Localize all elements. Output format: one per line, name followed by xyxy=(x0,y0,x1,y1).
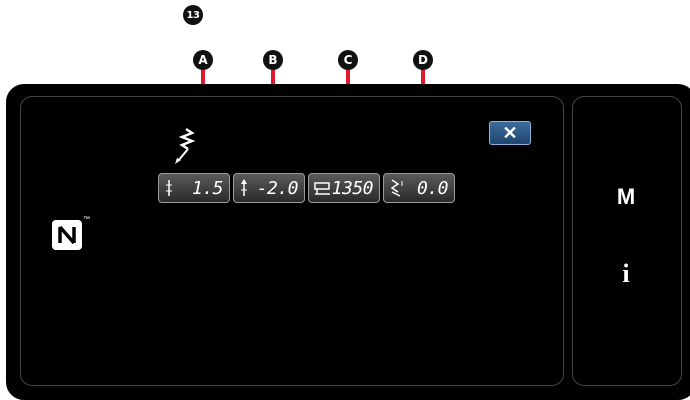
callout-badge-b: B xyxy=(263,50,283,70)
zigzag-stitch-icon xyxy=(175,127,196,164)
mode-button[interactable]: M xyxy=(608,182,644,212)
stitch-length-value: 1.5 xyxy=(191,177,224,199)
side-panel xyxy=(572,96,682,386)
main-screen xyxy=(20,96,564,386)
callout-badge-d: D xyxy=(413,50,433,70)
info-button[interactable]: i xyxy=(608,258,644,290)
close-icon: ✕ xyxy=(502,122,518,143)
callout-badge-c: C xyxy=(338,50,358,70)
presser-foot-value: 0.0 xyxy=(416,177,449,199)
nfc-trademark: ™ xyxy=(83,216,90,223)
reverse-feed-value: -2.0 xyxy=(256,177,299,199)
close-button[interactable]: ✕ xyxy=(489,121,531,145)
callout-badge-13: 13 xyxy=(183,5,203,25)
reverse-feed-button[interactable]: -2.0 xyxy=(233,173,305,203)
nfc-logo-icon xyxy=(52,220,82,250)
callout-badge-a: A xyxy=(193,50,213,70)
reverse-feed-icon xyxy=(241,179,247,196)
presser-foot-button[interactable]: 0.0 xyxy=(383,173,455,203)
presser-foot-icon xyxy=(390,179,403,197)
sewing-speed-button[interactable]: 1350 xyxy=(308,173,380,203)
sewing-speed-value: 1350 xyxy=(331,177,374,199)
stitch-length-button[interactable]: 1.5 xyxy=(158,173,230,203)
sewing-machine-icon xyxy=(314,182,330,195)
stitch-length-icon xyxy=(166,180,172,196)
